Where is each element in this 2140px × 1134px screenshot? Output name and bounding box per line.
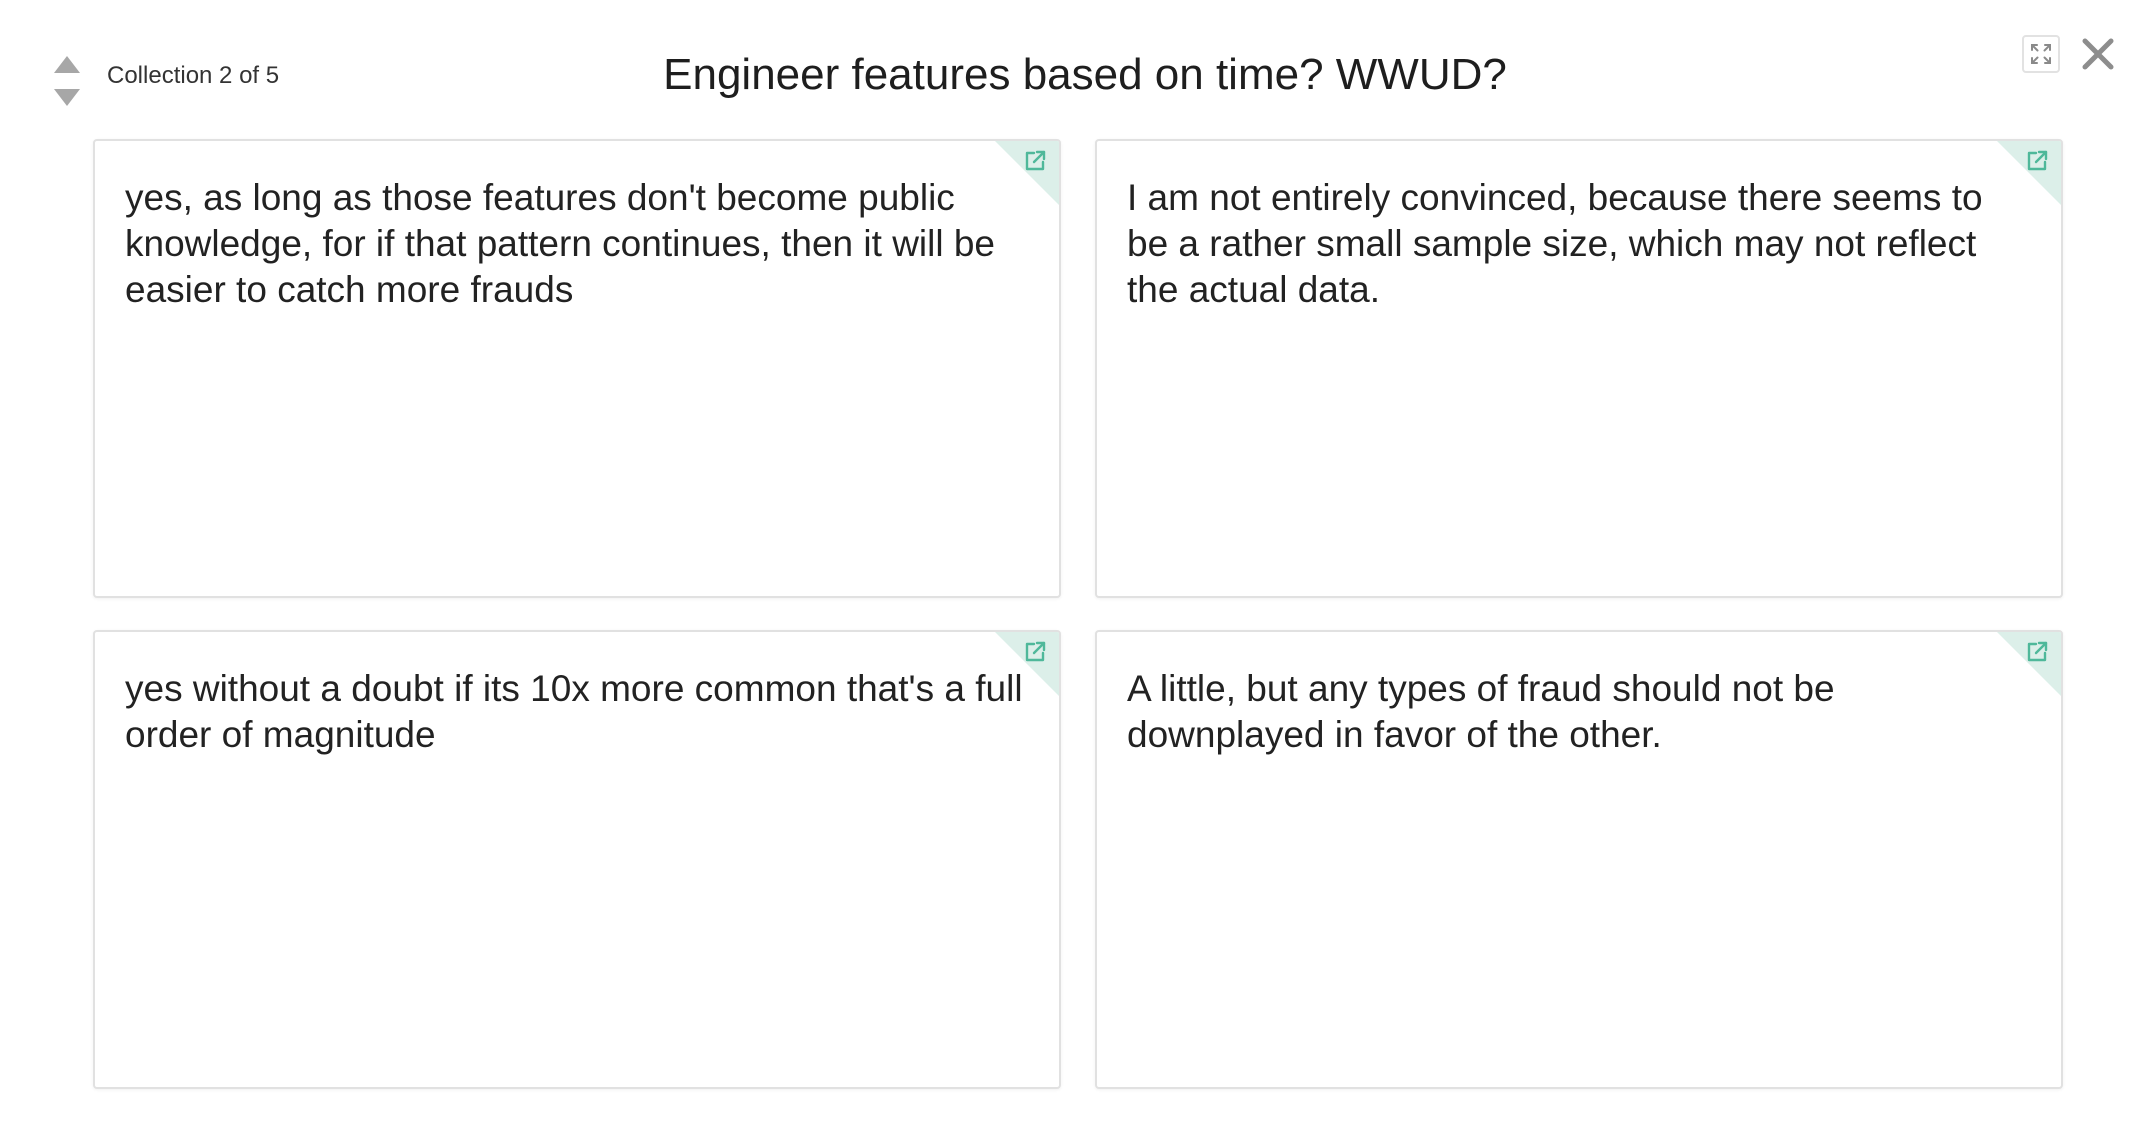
response-text: I am not entirely convinced, because the… (1127, 177, 1983, 310)
collection-counter: Collection 2 of 5 (107, 62, 280, 89)
caret-up-icon (54, 56, 80, 73)
open-external-icon[interactable] (1023, 640, 1047, 664)
open-external-icon[interactable] (2025, 640, 2049, 664)
next-collection-button[interactable] (52, 86, 82, 108)
response-text: yes without a doubt if its 10x more comm… (125, 668, 1023, 755)
response-text: A little, but any types of fraud should … (1127, 668, 1835, 755)
response-card-grid: yes, as long as those features don't bec… (93, 139, 2063, 1089)
collection-viewer: Collection 2 of 5 Engineer features base… (0, 0, 2140, 1134)
open-external-icon[interactable] (2025, 149, 2049, 173)
open-external-icon[interactable] (1023, 149, 1047, 173)
close-button[interactable] (2080, 36, 2116, 72)
response-card[interactable]: yes without a doubt if its 10x more comm… (93, 630, 1061, 1089)
expand-button[interactable] (2022, 35, 2060, 73)
caret-down-icon (54, 89, 80, 106)
response-card[interactable]: yes, as long as those features don't bec… (93, 139, 1061, 598)
page-title: Engineer features based on time? WWUD? (663, 50, 1507, 99)
response-text: yes, as long as those features don't bec… (125, 177, 996, 310)
previous-collection-button[interactable] (52, 54, 82, 76)
expand-icon (2031, 44, 2051, 64)
response-card[interactable]: I am not entirely convinced, because the… (1095, 139, 2063, 598)
close-icon (2082, 38, 2114, 70)
response-card[interactable]: A little, but any types of fraud should … (1095, 630, 2063, 1089)
collection-navigation (52, 54, 82, 108)
